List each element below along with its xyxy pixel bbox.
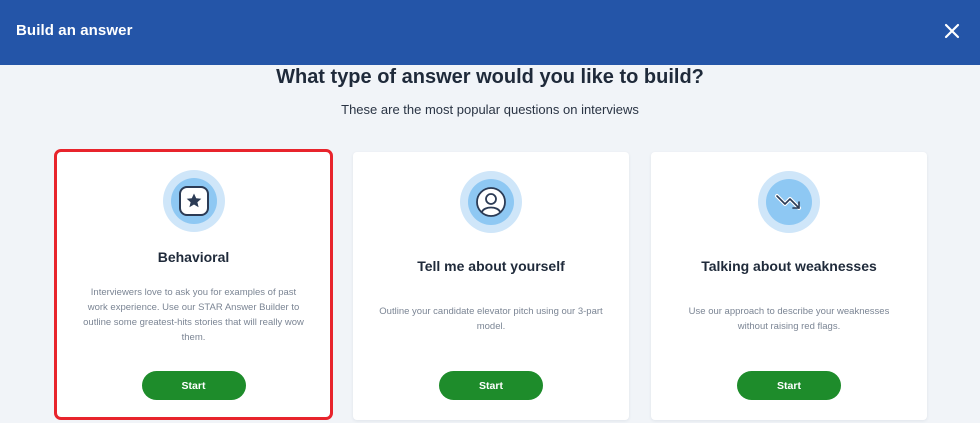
card-description: Interviewers love to ask you for example… <box>83 287 304 343</box>
trend-down-icon <box>775 194 801 210</box>
close-button[interactable] <box>940 19 964 43</box>
card-talking-about-weaknesses[interactable]: Talking about weaknesses Use our approac… <box>651 152 927 420</box>
page-title: What type of answer would you like to bu… <box>276 66 704 88</box>
start-button-talking-about-weaknesses[interactable]: Start <box>737 371 841 400</box>
modal-title: Build an answer <box>16 22 133 39</box>
user-icon <box>476 187 506 217</box>
card-icon-inner <box>766 179 812 225</box>
page-subtitle: These are the most popular questions on … <box>341 102 639 117</box>
card-tell-me-about-yourself[interactable]: Tell me about yourself Outline your cand… <box>353 152 629 420</box>
card-icon-circle <box>460 171 522 233</box>
card-title: Behavioral <box>157 249 230 265</box>
close-icon <box>944 23 960 38</box>
start-button-behavioral[interactable]: Start <box>141 371 246 400</box>
modal-header: Build an answer <box>0 0 980 65</box>
start-button-tell-me-about-yourself[interactable]: Start <box>439 371 543 400</box>
card-title: Talking about weaknesses <box>701 258 877 274</box>
card-icon-circle <box>162 170 225 232</box>
card-icon-inner <box>468 179 514 225</box>
star-icon <box>178 186 209 216</box>
card-icon-circle <box>758 171 820 233</box>
card-description: Outline your candidate elevator pitch us… <box>379 306 603 332</box>
card-description: Use our approach to describe your weakne… <box>688 306 890 332</box>
card-behavioral[interactable]: Behavioral Interviewers love to ask you … <box>54 149 333 420</box>
card-title: Tell me about yourself <box>417 258 565 274</box>
card-icon-inner <box>170 178 217 224</box>
